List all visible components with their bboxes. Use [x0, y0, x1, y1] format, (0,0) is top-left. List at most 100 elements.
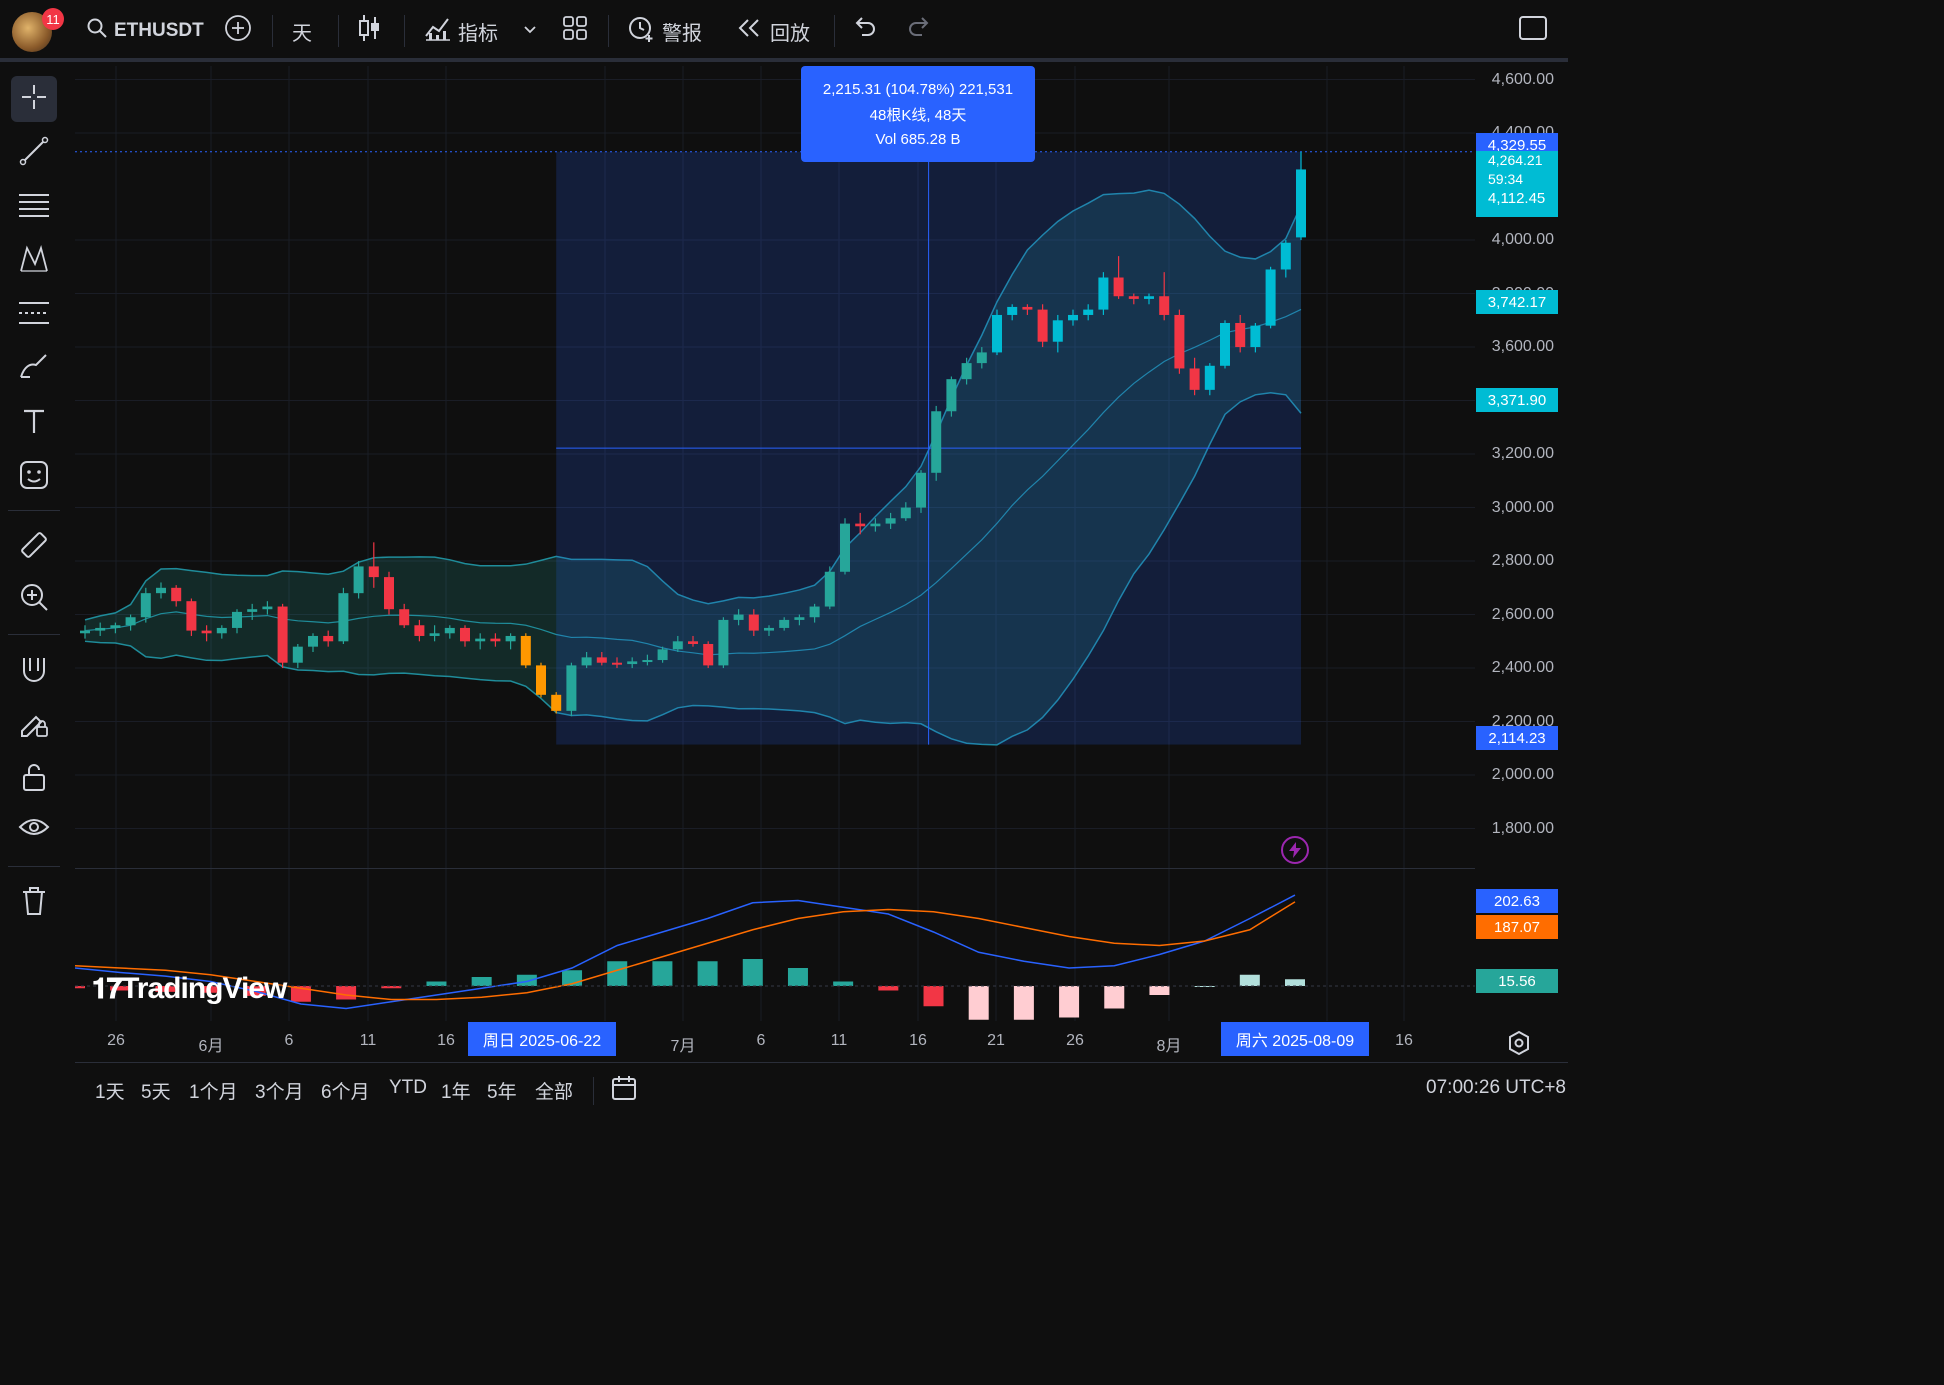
fib-tool[interactable] [11, 184, 57, 230]
candle-body [718, 619, 729, 666]
chevron-down-icon [522, 20, 538, 43]
candle-body [414, 625, 425, 636]
unlock-tool[interactable] [11, 756, 57, 802]
candle-body [688, 641, 698, 644]
candle-body [672, 641, 683, 650]
price-chart[interactable] [65, 66, 1475, 1061]
indicators-button[interactable]: 指标 [424, 14, 498, 48]
pattern-tool[interactable] [11, 238, 57, 284]
alert-label: 警报 [662, 22, 702, 45]
zoom-tool[interactable] [11, 576, 57, 622]
range-button[interactable]: 3个月 [255, 1077, 304, 1104]
projection-tool[interactable] [11, 292, 57, 338]
undo-button[interactable] [852, 14, 878, 48]
replay-button[interactable]: 回放 [736, 14, 810, 48]
price-tick-label: 2,600.00 [1491, 605, 1554, 623]
bb-middle-tag: 3,742.17 [1476, 290, 1558, 314]
price-tick-label: 3,200.00 [1491, 445, 1554, 463]
logo-text: TradingView [121, 972, 287, 1005]
price-axis[interactable]: 4,600.004,400.004,000.003,800.003,600.00… [1475, 66, 1568, 1061]
ruler-tool[interactable] [11, 524, 57, 570]
macd-histogram-bar [652, 961, 673, 986]
layout-button[interactable] [562, 14, 588, 48]
macd-histogram-bar [1059, 986, 1080, 1018]
visibility-tool[interactable] [11, 808, 57, 854]
macd-histogram-bar [923, 986, 944, 1007]
macd-histogram-bar [1104, 986, 1125, 1009]
time-axis[interactable]: 26 6月 6 11 16 7月 6 11 16 21 26 8月 16 周日 2025-06-22 周… [75, 1022, 1475, 1062]
time-tick-label: 6月 [198, 1038, 224, 1055]
candle-body [156, 587, 166, 594]
compare-button[interactable] [224, 14, 252, 48]
candle-body [384, 577, 394, 610]
magnet-tool[interactable] [11, 648, 57, 694]
lock-drawing-tool[interactable] [11, 702, 57, 748]
range-button[interactable]: 1个月 [189, 1077, 238, 1104]
candle-body [870, 523, 881, 527]
candle-body [566, 665, 577, 711]
candle-body [1296, 169, 1306, 238]
candle-body [885, 518, 896, 524]
candle-body [520, 635, 531, 666]
chart-type-button[interactable] [356, 14, 382, 48]
candle-body [1265, 269, 1276, 326]
text-tool[interactable] [11, 400, 57, 446]
time-tick-label: 7月 [670, 1038, 696, 1055]
time-tick-label: 8月 [1156, 1038, 1182, 1055]
candle-body [916, 472, 926, 508]
macd-histogram-bar [1285, 979, 1305, 986]
candle-body [140, 593, 151, 618]
time-tick-label: 26 [1066, 1032, 1084, 1049]
candle-body [794, 617, 805, 620]
range-end-date: 周六 2025-08-09 [1221, 1022, 1369, 1056]
candle-body [1204, 365, 1215, 390]
measure-bars: 48根K线, 48天 [869, 106, 967, 124]
range-button[interactable]: YTD [389, 1077, 427, 1099]
redo-button[interactable] [906, 14, 932, 48]
alert-button[interactable]: 警报 [626, 14, 702, 48]
lightning-icon[interactable] [1281, 836, 1309, 864]
goto-date-button[interactable] [609, 1074, 639, 1109]
candle-body [186, 601, 197, 631]
price-tick-label: 3,000.00 [1491, 498, 1554, 516]
symbol-search[interactable]: ETHUSDT [86, 14, 204, 48]
candle-body [247, 609, 258, 612]
candle-body [232, 611, 242, 628]
chart-pane[interactable] [65, 66, 1475, 1061]
candle-body [399, 609, 410, 626]
brush-tool[interactable] [11, 346, 57, 392]
indicators-dropdown[interactable] [522, 14, 538, 48]
candle-body [840, 523, 850, 572]
range-button[interactable]: 5天 [141, 1077, 171, 1104]
chart-settings-button[interactable] [1506, 1030, 1532, 1061]
tradingview-logo[interactable]: 𝟏𝟕TradingView [92, 972, 287, 1006]
crosshair-tool[interactable] [11, 76, 57, 122]
measure-change: 2,215.31 (104.78%) 221,531 [822, 80, 1014, 98]
current-price: 4,264.21 [1488, 152, 1543, 168]
range-button[interactable]: 全部 [535, 1077, 573, 1104]
candle-body [992, 314, 1002, 353]
candle-body [1113, 277, 1124, 297]
candle-body [809, 606, 820, 618]
candle-body [1052, 320, 1063, 342]
time-tick-label: 16 [437, 1032, 455, 1049]
range-button[interactable]: 6个月 [321, 1077, 370, 1104]
candle-body [703, 643, 714, 666]
delete-drawings-tool[interactable] [11, 880, 57, 926]
clock-display[interactable]: 07:00:26 UTC+8 [1426, 1077, 1566, 1099]
redo-icon [906, 17, 932, 45]
pane-divider[interactable] [75, 868, 1568, 869]
candle-body [855, 523, 866, 527]
emoji-tool[interactable] [11, 454, 57, 500]
fullscreen-button[interactable] [1518, 14, 1548, 48]
range-button[interactable]: 1天 [95, 1077, 125, 1104]
range-button[interactable]: 1年 [441, 1077, 471, 1104]
range-low-tag: 2,114.23 [1476, 726, 1558, 750]
interval-button[interactable]: 天 [292, 14, 312, 48]
macd-value-tag: 202.63 [1476, 889, 1558, 913]
candle-body [353, 566, 364, 594]
macd-histogram-bar [742, 959, 763, 986]
range-button[interactable]: 5年 [487, 1077, 517, 1104]
candle-body [1189, 368, 1200, 390]
trend-line-tool[interactable] [11, 130, 57, 176]
